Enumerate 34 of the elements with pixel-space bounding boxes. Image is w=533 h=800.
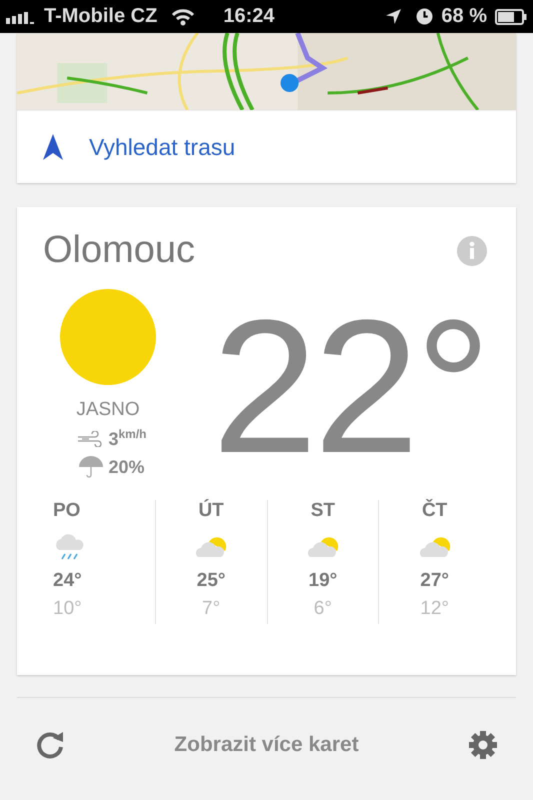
high-temperature: 25° xyxy=(196,570,226,592)
route-search-button[interactable]: Vyhledat trasu xyxy=(17,110,516,183)
forecast-day: ÚT xyxy=(198,500,224,522)
high-temperature: 27° xyxy=(420,570,449,592)
high-temperature: 19° xyxy=(308,570,338,592)
clock-time: 16:24 xyxy=(223,5,274,28)
battery-percent: 68 % xyxy=(441,5,487,28)
carrier-name: T-Mobile CZ xyxy=(44,5,158,28)
low-temperature: 7° xyxy=(202,598,220,620)
wind-speed: 3$^{km/h}$ xyxy=(108,427,147,450)
low-temperature: 10° xyxy=(53,598,82,620)
city-name: Olomouc xyxy=(43,229,196,272)
current-temperature: 22° xyxy=(212,292,488,482)
high-temperature: 24° xyxy=(53,570,82,592)
navigation-arrow-icon xyxy=(43,134,63,160)
show-more-cards-button[interactable]: Zobrazit více karet xyxy=(168,732,365,758)
low-temperature: 6° xyxy=(314,598,332,620)
wind-icon xyxy=(77,430,104,446)
wifi-icon xyxy=(171,8,196,26)
forecast-day: ČT xyxy=(422,500,448,522)
sun-icon xyxy=(60,289,156,385)
signal-icon xyxy=(6,10,36,24)
precipitation-chance: 20% xyxy=(108,456,145,478)
low-temperature: 12° xyxy=(420,598,449,620)
umbrella-icon xyxy=(79,456,104,478)
battery-icon xyxy=(495,8,527,24)
clock-icon xyxy=(416,8,434,25)
forecast-day: PO xyxy=(53,500,80,522)
forecast-day: ST xyxy=(310,500,336,522)
location-arrow-icon xyxy=(385,8,402,25)
settings-icon[interactable] xyxy=(468,730,498,760)
rain-cloud-icon xyxy=(53,532,85,560)
refresh-icon[interactable] xyxy=(35,730,65,760)
weather-condition: JASNO xyxy=(76,399,140,421)
